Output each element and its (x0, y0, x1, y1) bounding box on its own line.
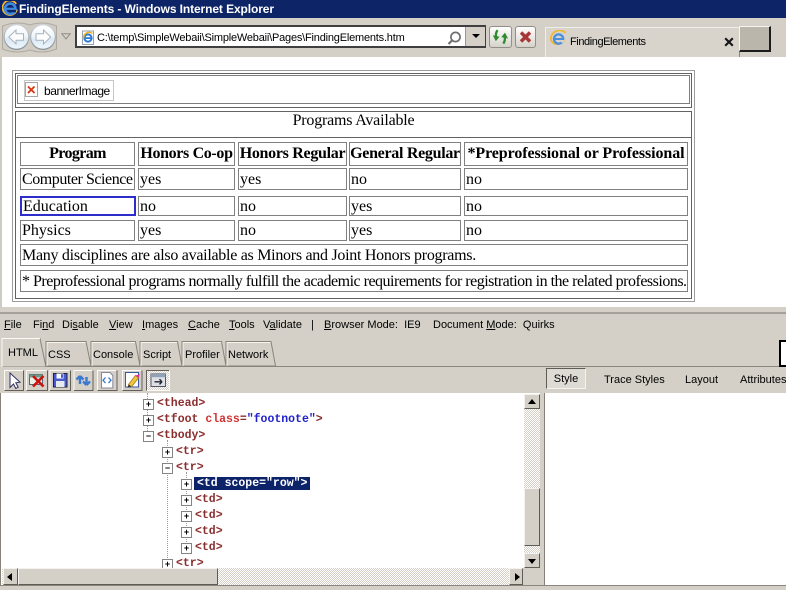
svg-text:CSS: CSS (48, 349, 71, 361)
svg-text:HTML: HTML (8, 347, 38, 359)
svg-text:Console: Console (93, 349, 133, 361)
svg-text:Network: Network (228, 349, 269, 361)
svg-text:Profiler: Profiler (185, 349, 220, 361)
svg-text:Script: Script (143, 349, 171, 361)
